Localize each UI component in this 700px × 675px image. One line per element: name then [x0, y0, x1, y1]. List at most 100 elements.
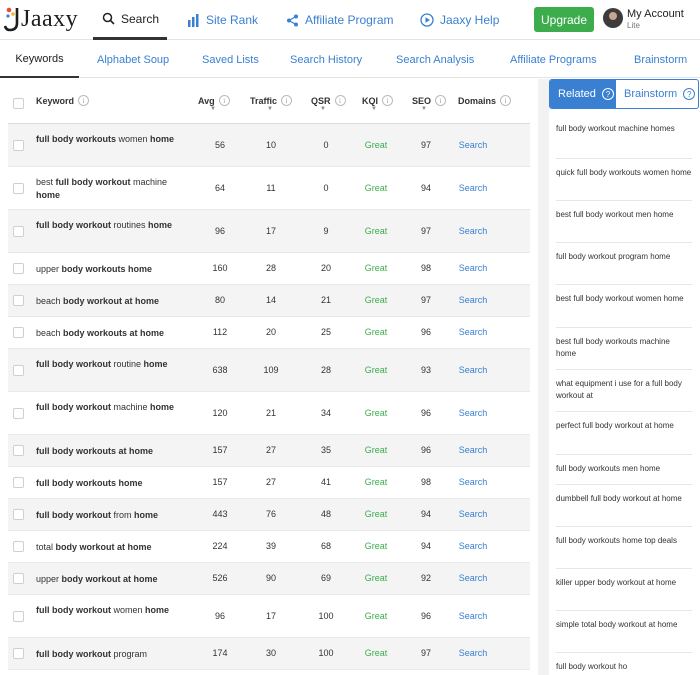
- keyword-cell[interactable]: full body workout routine home: [36, 358, 176, 371]
- related-keyword-item[interactable]: dumbbell full body workout at home: [556, 485, 692, 527]
- table-row[interactable]: upper body workouts home 160 28 20 Great 98 Se…: [8, 253, 530, 285]
- related-keyword-item[interactable]: best full body workout men home: [556, 201, 692, 243]
- nav-site-rank[interactable]: Site Rank: [187, 0, 258, 40]
- domains-search-link[interactable]: Search: [453, 445, 493, 455]
- domains-search-link[interactable]: Search: [453, 541, 493, 551]
- jaaxy-logo[interactable]: Jaaxy: [4, 4, 78, 34]
- domains-search-link[interactable]: Search: [453, 408, 493, 418]
- upgrade-button[interactable]: Upgrade: [534, 7, 594, 32]
- related-keyword-item[interactable]: simple total body workout at home: [556, 611, 692, 653]
- row-checkbox[interactable]: [13, 509, 24, 520]
- related-keyword-item[interactable]: full body workout ho: [556, 653, 692, 675]
- tab-affiliate-programs[interactable]: Affiliate Programs: [510, 41, 597, 78]
- related-keyword-item[interactable]: quick full body workouts women home: [556, 159, 692, 201]
- row-checkbox[interactable]: [13, 648, 24, 659]
- row-checkbox[interactable]: [13, 225, 24, 237]
- table-row[interactable]: full body workouts home 157 27 41 Great 98 Sea…: [8, 467, 530, 499]
- related-keyword-item[interactable]: perfect full body workout at home: [556, 412, 692, 455]
- row-checkbox[interactable]: [13, 295, 24, 306]
- tab-alphabet-soup[interactable]: Alphabet Soup: [97, 41, 169, 78]
- table-row[interactable]: upper body workout at home 526 90 69 Great 92…: [8, 563, 530, 595]
- select-all-checkbox[interactable]: [13, 98, 24, 109]
- keyword-cell[interactable]: upper body workout at home: [36, 573, 176, 586]
- column-avg[interactable]: Avg i: [198, 95, 230, 106]
- row-checkbox[interactable]: [13, 541, 24, 552]
- keyword-cell[interactable]: total body workout at home: [36, 541, 176, 554]
- nav-search[interactable]: Search: [93, 0, 167, 40]
- info-icon[interactable]: i: [78, 95, 90, 106]
- domains-search-link[interactable]: Search: [453, 573, 493, 583]
- keyword-cell[interactable]: full body workout routines home: [36, 219, 176, 232]
- info-icon[interactable]: i: [218, 95, 230, 106]
- info-icon[interactable]: i: [435, 95, 447, 106]
- tab-keywords[interactable]: Keywords: [0, 41, 79, 78]
- row-checkbox[interactable]: [13, 139, 24, 151]
- column-keyword[interactable]: Keyword i: [36, 95, 90, 106]
- keyword-cell[interactable]: beach body workout at home: [36, 295, 176, 308]
- domains-search-link[interactable]: Search: [453, 226, 493, 236]
- domains-search-link[interactable]: Search: [453, 183, 493, 193]
- info-icon[interactable]: i: [281, 95, 293, 106]
- related-keyword-item[interactable]: best full body workouts machine home: [556, 328, 692, 370]
- info-icon[interactable]: i: [500, 95, 512, 106]
- domains-search-link[interactable]: Search: [453, 327, 493, 337]
- row-checkbox[interactable]: [13, 263, 24, 274]
- keyword-cell[interactable]: full body workout women home: [36, 604, 176, 617]
- info-icon[interactable]: i: [382, 95, 394, 106]
- column-domains[interactable]: Domains i: [458, 95, 512, 106]
- table-row[interactable]: total body workout at home 224 39 68 Great 94…: [8, 531, 530, 563]
- table-row[interactable]: full body workouts women home 56 10 0 Great 9…: [8, 124, 530, 167]
- table-row[interactable]: beach body workouts at home 112 20 25 Great 9…: [8, 317, 530, 349]
- table-row[interactable]: full body workout machine home 120 21 34 Gre…: [8, 392, 530, 435]
- row-checkbox[interactable]: [13, 182, 24, 194]
- row-checkbox[interactable]: [13, 477, 24, 488]
- domains-search-link[interactable]: Search: [453, 140, 493, 150]
- domains-search-link[interactable]: Search: [453, 365, 493, 375]
- related-keyword-item[interactable]: what equipment i use for a full body wor…: [556, 370, 692, 412]
- row-checkbox[interactable]: [13, 573, 24, 584]
- keyword-cell[interactable]: full body workouts at home: [36, 445, 176, 458]
- table-row[interactable]: full body workouts at home 157 27 35 Great 96…: [8, 435, 530, 467]
- row-checkbox[interactable]: [13, 327, 24, 338]
- column-qsr[interactable]: QSR i: [311, 95, 346, 106]
- keyword-cell[interactable]: full body workout from home: [36, 509, 176, 522]
- row-checkbox[interactable]: [13, 445, 24, 456]
- my-account-menu[interactable]: My Account Lite: [627, 8, 684, 32]
- domains-search-link[interactable]: Search: [453, 295, 493, 305]
- avatar[interactable]: [603, 8, 623, 28]
- info-icon[interactable]: i: [334, 95, 346, 106]
- keyword-cell[interactable]: upper body workouts home: [36, 263, 176, 276]
- table-row[interactable]: full body workout women home 96 17 100 Great…: [8, 595, 530, 638]
- panel-tab-brainstorm[interactable]: Brainstorm ?: [616, 80, 698, 108]
- keyword-cell[interactable]: full body workout machine home: [36, 401, 176, 414]
- table-row[interactable]: full body workout routines home 96 17 9 Grea…: [8, 210, 530, 253]
- keyword-cell[interactable]: full body workouts women home: [36, 133, 176, 146]
- row-checkbox[interactable]: [13, 610, 24, 622]
- table-row[interactable]: best full body workout machine home 64 11 0…: [8, 167, 530, 210]
- keyword-cell[interactable]: full body workout program: [36, 648, 176, 661]
- related-keyword-item[interactable]: full body workout program home: [556, 243, 692, 285]
- keyword-cell[interactable]: best full body workout machine home: [36, 176, 176, 202]
- related-keyword-item[interactable]: best full body workout women home: [556, 285, 692, 328]
- nav-jaaxy-help[interactable]: Jaaxy Help: [420, 0, 499, 40]
- related-keyword-item[interactable]: full body workouts men home: [556, 455, 692, 485]
- domains-search-link[interactable]: Search: [453, 611, 493, 621]
- domains-search-link[interactable]: Search: [453, 648, 493, 658]
- column-kqi[interactable]: KQI i: [362, 95, 394, 106]
- row-checkbox[interactable]: [13, 364, 24, 376]
- nav-affiliate-program[interactable]: Affiliate Program: [286, 0, 393, 40]
- domains-search-link[interactable]: Search: [453, 477, 493, 487]
- tab-related[interactable]: Related ?: [550, 80, 616, 108]
- keyword-cell[interactable]: full body workouts home: [36, 477, 176, 490]
- related-keyword-item[interactable]: killer upper body workout at home: [556, 569, 692, 611]
- table-row[interactable]: beach body workout at home 80 14 21 Great 97 S…: [8, 285, 530, 317]
- help-icon[interactable]: ?: [683, 88, 696, 100]
- domains-search-link[interactable]: Search: [453, 509, 493, 519]
- help-icon[interactable]: ?: [601, 88, 614, 100]
- tab-search-history[interactable]: Search History: [290, 41, 362, 78]
- table-row[interactable]: full body workout routine home 638 109 28 Gr…: [8, 349, 530, 392]
- domains-search-link[interactable]: Search: [453, 263, 493, 273]
- keyword-cell[interactable]: beach body workouts at home: [36, 327, 176, 340]
- related-keyword-item[interactable]: full body workout machine homes: [556, 115, 692, 159]
- column-seo[interactable]: SEO i: [412, 95, 447, 106]
